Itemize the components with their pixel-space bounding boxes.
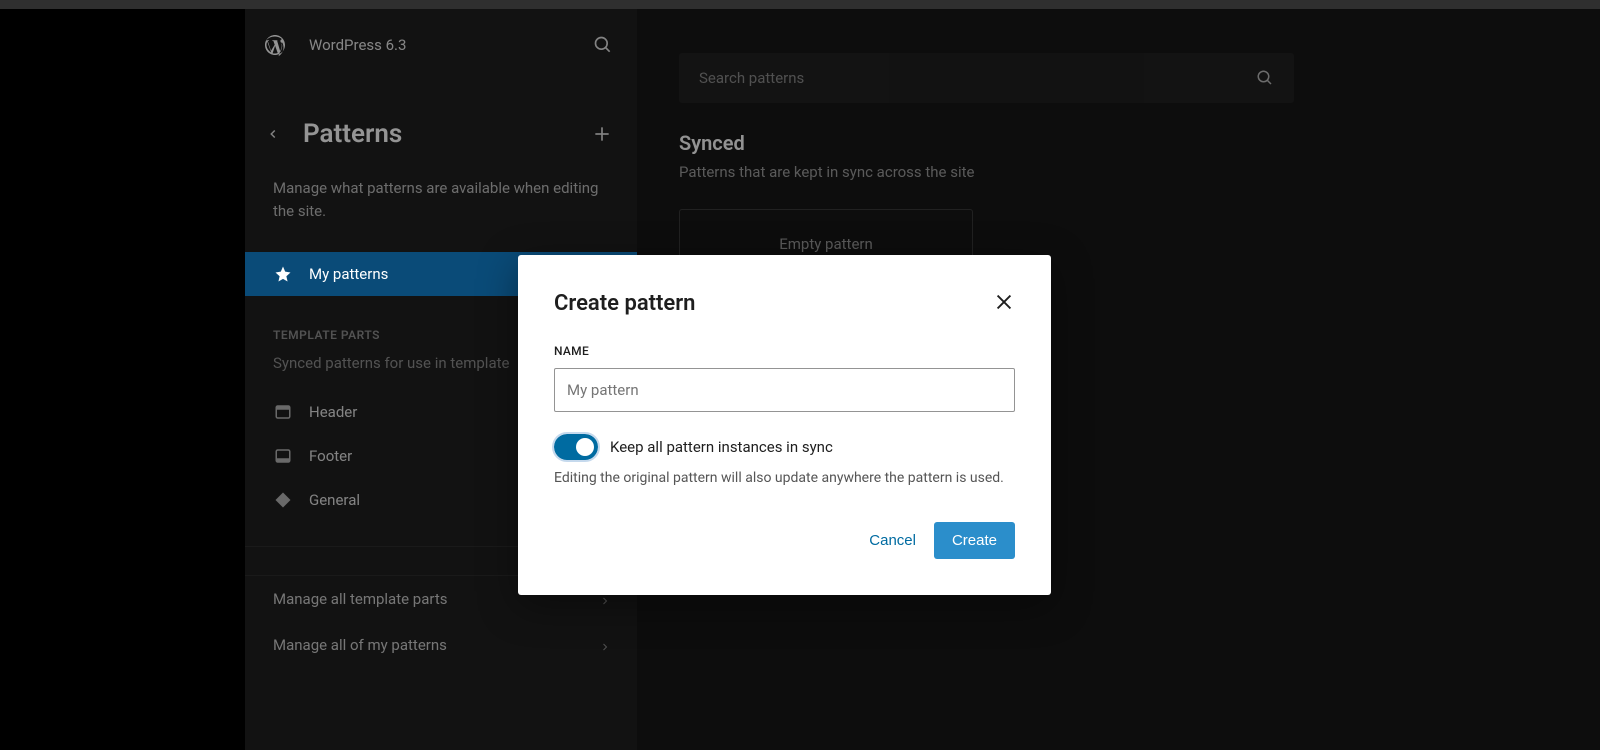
header-layout-icon [273,402,293,422]
sidebar-header: WordPress 6.3 [245,9,637,69]
search-placeholder: Search patterns [699,69,804,87]
footer-layout-icon [273,446,293,466]
manage-item-label: Manage all of my patterns [273,636,447,654]
sidebar-item-label: General [309,491,360,509]
manage-item-label: Manage all template parts [273,590,447,608]
add-pattern-button[interactable] [591,123,613,145]
cancel-button[interactable]: Cancel [869,532,916,549]
manage-my-patterns-link[interactable]: Manage all of my patterns [245,622,637,668]
search-patterns-input[interactable]: Search patterns [679,53,1294,103]
sync-toggle[interactable] [554,434,598,460]
close-button[interactable] [993,291,1015,313]
modal-actions: Cancel Create [554,522,1015,559]
content-subheading: Patterns that are kept in sync across th… [679,163,1558,181]
search-icon [1256,69,1274,87]
chevron-right-icon [599,638,613,652]
sync-toggle-row: Keep all pattern instances in sync [554,434,1015,460]
back-icon[interactable] [263,124,283,144]
section-description: Manage what patterns are available when … [245,161,637,252]
content-heading: Synced [679,131,1558,155]
search-icon[interactable] [593,35,613,55]
create-button[interactable]: Create [934,522,1015,559]
sidebar-item-label: Footer [309,447,352,465]
sidebar-item-label: My patterns [309,265,388,283]
left-gutter [0,9,245,750]
sync-toggle-description: Editing the original pattern will also u… [554,470,1015,486]
pattern-name-input[interactable] [554,368,1015,412]
modal-title: Create pattern [554,291,695,316]
name-field-label: NAME [554,344,1015,358]
section-title-row: Patterns [245,69,637,161]
create-pattern-modal: Create pattern NAME Keep all pattern ins… [518,255,1051,595]
modal-header: Create pattern [554,291,1015,316]
site-title: WordPress 6.3 [309,36,406,54]
pattern-tile-label: Empty pattern [779,235,873,253]
window-topbar [0,0,1600,9]
wordpress-logo-icon[interactable] [263,33,287,57]
star-icon [273,264,293,284]
sync-toggle-label: Keep all pattern instances in sync [610,438,833,456]
general-layout-icon [273,490,293,510]
sidebar-item-label: Header [309,403,357,421]
section-title: Patterns [303,119,402,149]
